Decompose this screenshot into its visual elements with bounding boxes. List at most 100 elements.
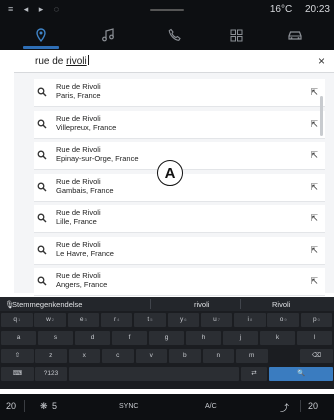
divider	[240, 299, 241, 309]
result-place: Le Havre, France	[56, 248, 114, 258]
location-pin-icon	[36, 28, 46, 42]
key-y[interactable]: y6	[167, 313, 199, 327]
nav-apps[interactable]	[206, 20, 266, 50]
search-input[interactable]: rue de rivoli ×	[14, 50, 334, 73]
key-t[interactable]: t5	[134, 313, 166, 327]
drag-handle[interactable]	[150, 9, 184, 11]
result-place: Paris, France	[56, 91, 101, 100]
key-u[interactable]: u7	[200, 313, 233, 327]
search-icon	[37, 245, 47, 254]
left-temperature[interactable]: 20	[6, 401, 16, 411]
fill-arrow-icon[interactable]: ⇱	[310, 119, 318, 130]
result-row[interactable]: Rue de Rivoli Le Havre, France ⇱	[34, 236, 325, 265]
key-j[interactable]: j	[223, 331, 258, 345]
key-b[interactable]: b	[169, 349, 201, 363]
result-place: Villepreux, France	[56, 122, 117, 132]
divider	[150, 299, 151, 309]
status-bar: ≡ ◂ ▸ ◌ 16°C 20:23	[0, 0, 334, 20]
key-e[interactable]: e3	[67, 313, 100, 327]
fill-arrow-icon[interactable]: ⇱	[310, 213, 318, 224]
key-k[interactable]: k	[260, 331, 295, 345]
screen: ≡ ◂ ▸ ◌ 16°C 20:23 rue de rivoli × Rue d	[0, 0, 334, 420]
search-icon	[37, 87, 47, 97]
text-caret	[87, 55, 89, 65]
key-v[interactable]: v	[135, 349, 167, 363]
key-q[interactable]: q1	[1, 313, 33, 327]
search-icon	[37, 119, 47, 128]
onscreen-keyboard: 🎙 Stemmegenkendelse rivoli Rivoli q1 w2 e3…	[0, 297, 334, 389]
space-key[interactable]	[69, 367, 239, 381]
result-row[interactable]: Rue de Rivoli Villepreux, France ⇱	[34, 110, 325, 139]
key-n[interactable]: n	[202, 349, 234, 363]
key-o[interactable]: o9	[267, 313, 299, 327]
phone-icon	[168, 28, 181, 41]
key-z[interactable]: z	[35, 349, 67, 363]
result-place: Gambais, France	[56, 185, 114, 195]
search-query[interactable]: rue de rivoli	[35, 55, 89, 67]
main-nav-bar	[0, 20, 334, 50]
suggestion-capital[interactable]: Rivoli	[272, 300, 290, 309]
sync-button[interactable]: SYNC	[119, 403, 138, 410]
status-right: 16°C 20:23	[260, 4, 330, 15]
fill-arrow-icon[interactable]: ⇱	[310, 245, 318, 256]
fill-arrow-icon[interactable]: ⇱	[310, 276, 318, 287]
result-row[interactable]: Rue de Rivoli Paris, France ⇱	[34, 79, 325, 107]
result-row[interactable]: Rue de Rivoli Lille, France ⇱	[34, 205, 325, 233]
right-temperature[interactable]: 20	[308, 401, 318, 411]
music-note-icon	[102, 28, 114, 42]
fan-level[interactable]: 5	[52, 401, 57, 411]
key-x[interactable]: x	[68, 349, 100, 363]
nav-music[interactable]	[78, 20, 138, 50]
scrollbar[interactable]	[320, 96, 323, 136]
fill-arrow-icon[interactable]: ⇱	[310, 87, 318, 98]
result-place: Angers, France	[56, 280, 108, 289]
search-key[interactable]: 🔍	[269, 367, 333, 381]
key-w[interactable]: w2	[34, 313, 66, 327]
nav-navigation[interactable]	[11, 20, 71, 50]
key-c[interactable]: c	[102, 349, 134, 363]
key-d[interactable]: d	[75, 331, 110, 345]
key-f[interactable]: f	[112, 331, 147, 345]
nav-vehicle[interactable]	[265, 20, 325, 50]
result-place: Lille, France	[56, 217, 97, 226]
temperature-readout: 16°C	[269, 4, 293, 15]
result-place: Epinay-sur-Orge, France	[56, 154, 139, 163]
close-button[interactable]: ×	[318, 54, 325, 68]
grid-icon	[230, 29, 242, 41]
search-icon	[37, 182, 47, 191]
result-row[interactable]: Rue de Rivoli Angers, France ⇱	[34, 268, 325, 296]
fill-arrow-icon[interactable]: ⇱	[310, 150, 318, 161]
key-m[interactable]: m	[236, 349, 268, 363]
symbols-key[interactable]: ?123	[35, 367, 67, 381]
suggestion-bar: 🎙 Stemmegenkendelse rivoli Rivoli	[0, 297, 334, 311]
key-h[interactable]: h	[186, 331, 221, 345]
suggestion-lower[interactable]: rivoli	[194, 300, 209, 309]
status-left-icons: ≡ ◂ ▸ ◌	[8, 4, 64, 14]
key-a[interactable]: a	[1, 331, 36, 345]
callout-marker: A	[157, 160, 183, 186]
fill-arrow-icon[interactable]: ⇱	[310, 182, 318, 193]
key-p[interactable]: p0	[300, 313, 333, 327]
search-icon	[37, 276, 47, 286]
keyboard-hide-key[interactable]: ⌨	[1, 367, 34, 381]
key-r[interactable]: r4	[100, 313, 133, 327]
nav-phone[interactable]	[145, 20, 205, 50]
divider	[300, 400, 301, 412]
search-icon	[37, 150, 47, 160]
key-i[interactable]: i8	[234, 313, 266, 327]
clock: 20:23	[304, 4, 330, 15]
ac-button[interactable]: A/C	[205, 403, 217, 410]
seat-icon[interactable]: ⤴	[280, 401, 289, 414]
divider	[24, 400, 25, 412]
suggestion-voice[interactable]: Stemmegenkendelse	[12, 300, 82, 309]
backspace-key[interactable]: ⌫	[300, 349, 333, 363]
shift-key[interactable]: ⇧	[1, 349, 34, 363]
key-s[interactable]: s	[38, 331, 73, 345]
search-icon	[37, 213, 47, 223]
key-g[interactable]: g	[149, 331, 184, 345]
car-icon	[288, 31, 302, 40]
fan-icon[interactable]: ❋	[40, 401, 48, 412]
language-key[interactable]: ⇄	[241, 367, 267, 381]
climate-bar: 20 ❋ 5 SYNC A/C ⤴ 20	[0, 394, 334, 420]
key-l[interactable]: l	[297, 331, 332, 345]
